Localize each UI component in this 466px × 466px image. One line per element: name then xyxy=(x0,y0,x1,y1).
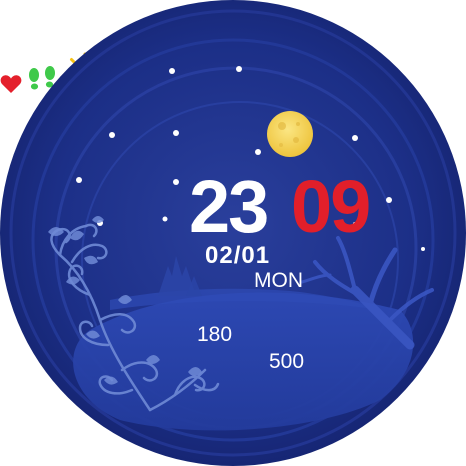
moon-decoration xyxy=(267,111,313,157)
weekday-label: MON xyxy=(254,269,303,292)
time-minutes: 09 xyxy=(291,165,371,248)
time-hours: 23 xyxy=(189,165,269,248)
steps-value: 500 xyxy=(269,350,305,373)
heart-rate-value: 180 xyxy=(197,323,233,346)
watch-face-screen: 23 09 02/01 MON 180 500 xyxy=(0,0,466,466)
date-label: 02/01 xyxy=(205,242,271,269)
